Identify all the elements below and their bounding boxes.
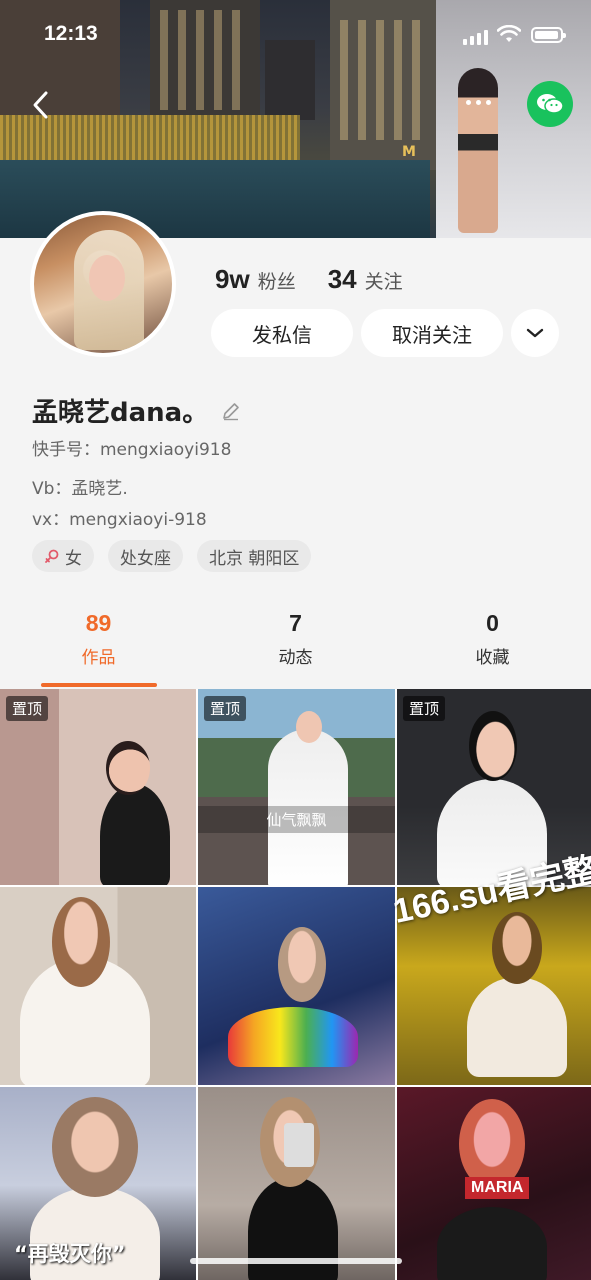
battery-icon — [531, 27, 566, 43]
pinned-badge: 置顶 — [6, 696, 49, 721]
video-thumbnail[interactable] — [198, 1087, 395, 1280]
gender-tag-label: 女 — [65, 548, 82, 569]
pinned-badge: 置顶 — [204, 696, 247, 721]
tab-moments-count: 7 — [289, 610, 302, 636]
tab-works-label: 作品 — [81, 648, 116, 668]
wechat-share-button[interactable] — [527, 81, 573, 127]
following-count: 34 — [327, 264, 357, 294]
fans-count: 9w — [215, 264, 250, 294]
tab-works-count: 89 — [85, 610, 112, 636]
following-stat[interactable]: 34 关注 — [328, 264, 403, 295]
location-tag: 北京 朝阳区 — [197, 540, 312, 572]
m-logo: M — [402, 144, 416, 160]
back-button[interactable] — [28, 88, 56, 122]
home-indicator[interactable] — [190, 1258, 402, 1264]
tab-favorites-label: 收藏 — [475, 648, 510, 668]
profile-name-row: 孟晓艺dana。 — [32, 392, 242, 429]
video-thumbnail[interactable] — [0, 887, 196, 1085]
profile-name: 孟晓艺dana。 — [32, 398, 209, 428]
video-grid: 置顶 置顶 仙气飘飘 置顶 “再毁灭你” MARIA — [0, 689, 591, 1280]
tab-works[interactable]: 89 作品 — [0, 610, 197, 668]
chevron-down-icon — [526, 328, 544, 338]
active-tab-indicator — [41, 683, 157, 687]
fans-stat[interactable]: 9w 粉丝 — [215, 264, 296, 295]
bio-vb: Vb：孟晓艺. — [32, 479, 128, 499]
video-thumbnail[interactable] — [198, 887, 395, 1085]
gender-tag: 女 — [32, 540, 94, 572]
zodiac-tag: 处女座 — [108, 540, 183, 572]
content-tabs: 89 作品 7 动态 0 收藏 — [0, 600, 591, 689]
tab-favorites[interactable]: 0 收藏 — [394, 610, 591, 668]
female-icon — [45, 549, 59, 563]
avatar[interactable] — [30, 211, 176, 357]
profile-stats: 9w 粉丝 34 关注 — [215, 264, 403, 295]
video-caption: “再毁灭你” — [14, 1242, 126, 1266]
wechat-icon — [537, 94, 564, 114]
more-button[interactable] — [466, 100, 496, 110]
video-caption: 仙气飘飘 — [198, 806, 395, 833]
edit-icon[interactable] — [220, 400, 242, 422]
following-label: 关注 — [364, 271, 403, 293]
pinned-badge: 置顶 — [403, 696, 446, 721]
send-message-button[interactable]: 发私信 — [211, 309, 353, 357]
unfollow-button[interactable]: 取消关注 — [361, 309, 503, 357]
kuaishou-id: 快手号：mengxiaoyi918 — [32, 440, 232, 460]
tab-favorites-count: 0 — [486, 610, 499, 636]
expand-button[interactable] — [511, 309, 559, 357]
profile-tags: 女 处女座 北京 朝阳区 — [32, 540, 312, 572]
wifi-icon — [496, 24, 522, 47]
tab-moments-label: 动态 — [278, 648, 313, 668]
fans-label: 粉丝 — [257, 271, 296, 293]
video-thumbnail[interactable]: “再毁灭你” — [0, 1087, 196, 1280]
chevron-left-icon — [33, 91, 48, 119]
more-dots-icon — [466, 100, 471, 105]
video-thumbnail[interactable]: MARIA — [397, 1087, 591, 1280]
video-thumbnail[interactable]: 置顶 — [0, 689, 196, 885]
cellular-signal-icon — [463, 29, 488, 45]
video-badge: MARIA — [465, 1177, 530, 1199]
bio-vx: vx：mengxiaoyi-918 — [32, 510, 207, 530]
status-time: 12:13 — [44, 22, 98, 45]
video-thumbnail[interactable]: 置顶 仙气飘飘 — [198, 689, 395, 885]
status-bar: 12:13 — [0, 20, 591, 52]
tab-moments[interactable]: 7 动态 — [197, 610, 394, 668]
